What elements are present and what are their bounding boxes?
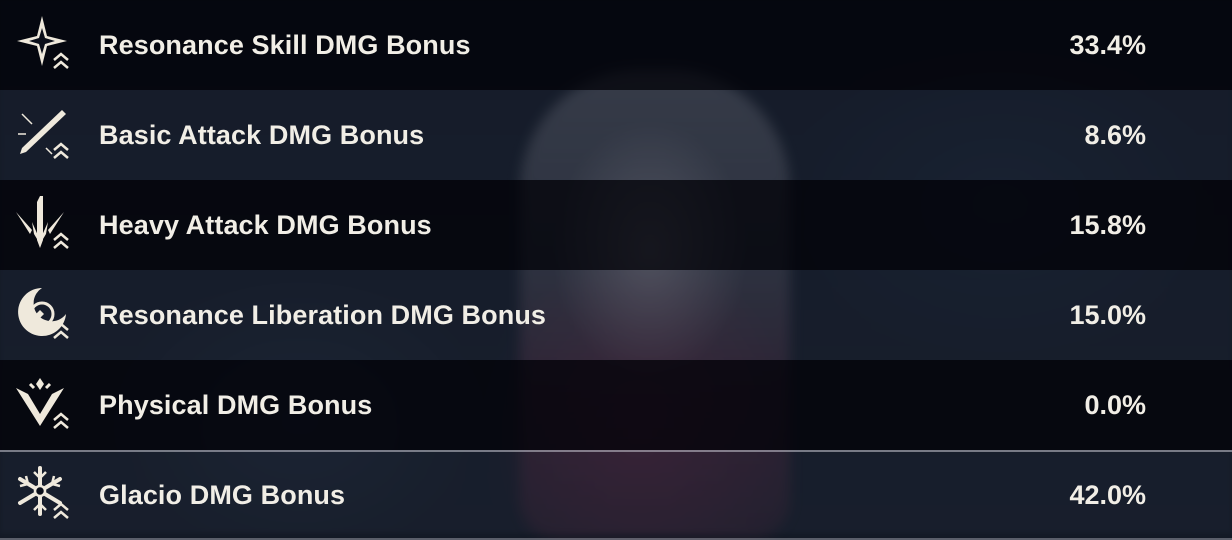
stat-value: 33.4% bbox=[1069, 29, 1146, 60]
stat-label: Heavy Attack DMG Bonus bbox=[99, 209, 432, 240]
heavy-attack-icon bbox=[12, 194, 74, 256]
stat-value: 15.8% bbox=[1069, 209, 1146, 240]
stat-row-resonance-skill: Resonance Skill DMG Bonus 33.4% bbox=[0, 0, 1232, 90]
basic-attack-icon bbox=[12, 104, 74, 166]
stat-row-heavy-attack: Heavy Attack DMG Bonus 15.8% bbox=[0, 180, 1232, 270]
stat-label: Glacio DMG Bonus bbox=[99, 479, 346, 510]
stat-value: 0.0% bbox=[1084, 389, 1146, 420]
stat-row-basic-attack: Basic Attack DMG Bonus 8.6% bbox=[0, 90, 1232, 180]
physical-icon bbox=[12, 374, 74, 436]
stat-row-resonance-liberation: Resonance Liberation DMG Bonus 15.0% bbox=[0, 270, 1232, 360]
stat-label: Resonance Skill DMG Bonus bbox=[99, 29, 471, 60]
resonance-liberation-icon bbox=[12, 284, 74, 346]
stats-list: Resonance Skill DMG Bonus 33.4% Basic At… bbox=[0, 0, 1232, 540]
stat-value: 15.0% bbox=[1069, 299, 1146, 330]
stat-value: 42.0% bbox=[1069, 479, 1146, 510]
glacio-icon bbox=[12, 464, 74, 526]
stat-row-physical: Physical DMG Bonus 0.0% bbox=[0, 360, 1232, 450]
stat-label: Physical DMG Bonus bbox=[99, 389, 373, 420]
stat-label: Resonance Liberation DMG Bonus bbox=[99, 299, 547, 330]
stat-label: Basic Attack DMG Bonus bbox=[99, 119, 425, 150]
stat-value: 8.6% bbox=[1084, 119, 1146, 150]
stat-row-glacio: Glacio DMG Bonus 42.0% bbox=[0, 450, 1232, 540]
resonance-skill-icon bbox=[12, 14, 74, 76]
